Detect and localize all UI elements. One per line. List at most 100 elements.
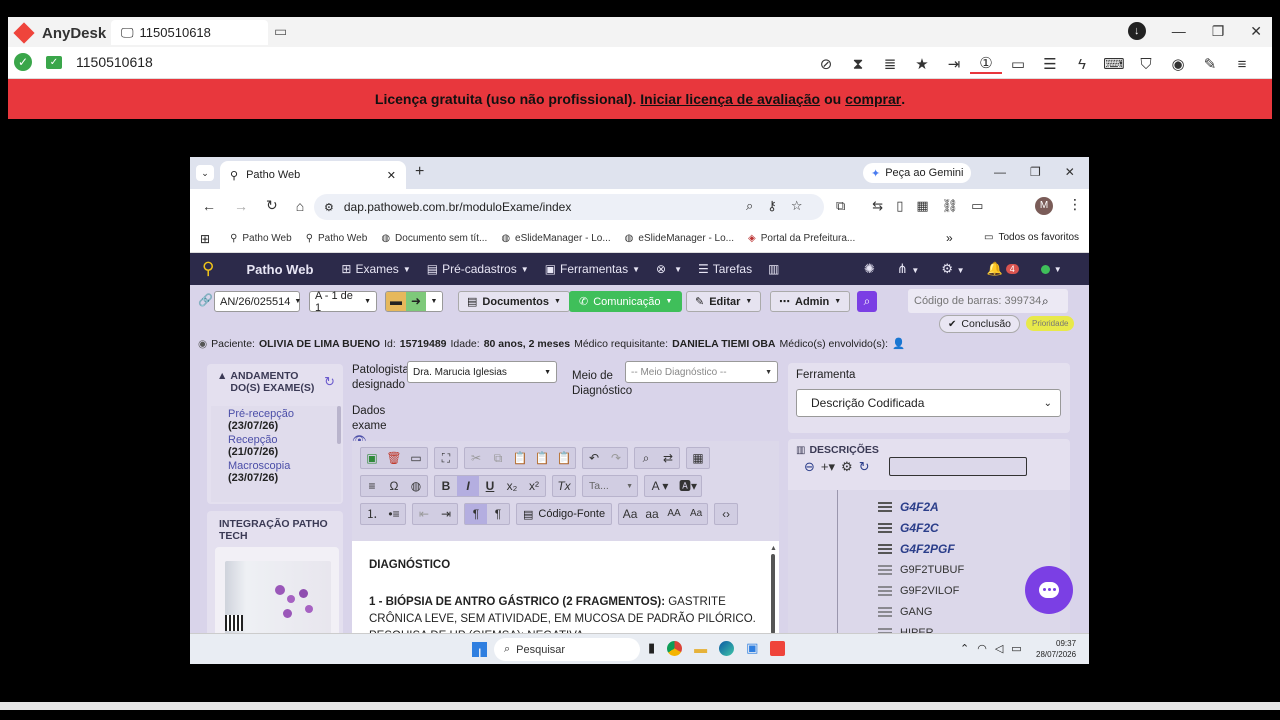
trash-icon[interactable]: 🗑 (383, 448, 405, 468)
paste-text-icon[interactable]: 📋 (531, 448, 553, 468)
nav-tarefas[interactable]: ☰ Tarefas (698, 262, 752, 276)
meio-diagnostico-select[interactable]: -- Meio Diagnóstico -- ▼ (625, 361, 778, 383)
exam-code-select[interactable]: AN/26/025514 ▼ (214, 291, 301, 312)
tab-search-icon[interactable]: ⌄ (196, 165, 214, 181)
uppercase-icon[interactable]: AA (663, 504, 685, 524)
bookmark-item[interactable]: ◍ eSlideManager - Lo... (625, 233, 734, 244)
file-explorer-icon[interactable]: ▬ (694, 641, 707, 656)
clear-format-icon[interactable]: Tx (553, 476, 575, 496)
gemini-button[interactable]: ✦ Peça ao Gemini (863, 163, 972, 183)
sample-select[interactable]: A - 1 de 1 ▼ (309, 290, 377, 314)
wifi-icon[interactable]: ◠ (977, 642, 987, 655)
task-view-icon[interactable]: ▮ (648, 640, 655, 656)
bookmark-item[interactable]: ◈ Portal da Prefeitura... (748, 233, 855, 244)
link-icon[interactable]: ⛓ (942, 198, 959, 214)
chrome-app-icon[interactable] (667, 640, 683, 656)
lowercase-icon[interactable]: aa (641, 504, 663, 524)
profile-avatar[interactable]: M (1035, 197, 1053, 215)
notifications-button[interactable]: 🔔 4 (987, 261, 1019, 277)
find-icon[interactable]: ⌕ (635, 448, 657, 468)
code-icon[interactable]: ‹› (715, 504, 737, 524)
keyboard-icon[interactable]: ⌨ (1098, 55, 1130, 73)
chat-icon[interactable]: ☰ (1034, 55, 1066, 73)
store-app-icon[interactable]: ▣ (746, 640, 758, 656)
close-icon[interactable]: ✕ (1250, 23, 1262, 40)
add-menu-icon[interactable]: +▾ (821, 459, 835, 475)
conclusao-button[interactable]: ✔ Conclusão (939, 315, 1021, 333)
download-icon[interactable]: ↓ (1127, 22, 1146, 40)
horizontal-line-icon[interactable]: ≡ (361, 476, 383, 496)
step-name[interactable]: Recepção (228, 434, 341, 446)
descricao-item[interactable]: G4F2PGF (878, 538, 1070, 559)
book-icon[interactable]: ▥ (768, 262, 779, 276)
subscript-icon[interactable]: x₂ (501, 476, 523, 496)
minimize-icon[interactable]: — (1172, 23, 1186, 39)
superscript-icon[interactable]: x² (523, 476, 545, 496)
all-favorites[interactable]: ▭ Todos os favoritos (984, 232, 1079, 243)
descricoes-search-input[interactable] (889, 457, 1027, 476)
undo-icon[interactable]: ↶ (583, 448, 605, 468)
admin-button[interactable]: ⋯ Admin ▼ (770, 291, 851, 312)
redo-icon[interactable]: ↷ (605, 448, 627, 468)
qr-icon[interactable]: ▦ (916, 198, 928, 214)
font-size-select[interactable]: Ta... ▼ (582, 475, 638, 497)
display-icon[interactable]: ▭ (1002, 55, 1034, 73)
chat-fab-button[interactable] (1025, 566, 1073, 614)
apps-grid-icon[interactable]: ⊞ (200, 232, 210, 246)
chrome-restore-icon[interactable]: ❐ (1030, 165, 1041, 179)
patologista-select[interactable]: Dra. Marucia Iglesias ▼ (407, 361, 557, 383)
save-icon[interactable]: ▣ (361, 448, 383, 468)
tray-chevron-icon[interactable]: ⌃ (960, 642, 969, 655)
privacy-icon[interactable]: ⊘ (810, 55, 842, 73)
back-circle-icon[interactable]: ⊖ (804, 459, 815, 475)
devices-icon[interactable]: ▭ (971, 198, 983, 214)
ltr-icon[interactable]: ¶ (465, 504, 487, 524)
anydesk-session-tab[interactable]: 🖵 1150510618 (111, 20, 268, 45)
refresh-icon[interactable]: ↻ (324, 374, 335, 390)
maximize-icon[interactable]: ⛶ (435, 448, 457, 468)
shield-icon[interactable]: ⛉ (1130, 56, 1162, 73)
ferramenta-select[interactable]: Descrição Codificada ⌄ (796, 389, 1061, 417)
chrome-close-icon[interactable]: ✕ (1065, 165, 1075, 179)
star-icon[interactable]: ★ (906, 55, 938, 73)
folder-icon[interactable]: ▬ (386, 292, 406, 311)
home-icon[interactable]: ⌂ (296, 198, 304, 214)
slide-thumbnail[interactable] (215, 547, 339, 647)
reload-icon[interactable]: ↻ (266, 197, 278, 214)
italic-icon[interactable]: I (457, 476, 479, 496)
indent-icon[interactable]: ⇥ (435, 504, 457, 524)
edge-app-icon[interactable] (719, 640, 735, 656)
volume-icon[interactable]: ◁ (995, 642, 1003, 655)
select-all-icon[interactable]: ▦ (687, 448, 709, 468)
record-icon[interactable]: ◉ (1162, 55, 1194, 73)
nav-exames[interactable]: ⊞ Exames ▼ (341, 262, 410, 276)
gear-icon[interactable]: ⚙ ▼ (941, 261, 964, 277)
barcode-search-icon[interactable]: ⌕ (1042, 294, 1049, 309)
settings-sun-icon[interactable]: ✺ (864, 261, 875, 277)
address-id[interactable]: 1150510618 (76, 54, 153, 70)
spellcheck-icon[interactable]: Aa (619, 504, 641, 524)
back-icon[interactable]: ← (202, 198, 216, 214)
password-key-icon[interactable]: ⚷ (767, 198, 777, 214)
bookmark-item[interactable]: ⚲ Patho Web (230, 233, 292, 244)
bookmark-item[interactable]: ◍ Documento sem tít... (381, 233, 487, 244)
bulleted-list-icon[interactable]: •≡ (383, 504, 405, 524)
descricao-item[interactable]: G4F2A (878, 496, 1070, 517)
editar-button[interactable]: ✎ Editar ▼ (686, 291, 762, 312)
bookmark-item[interactable]: ⚲ Patho Web (306, 233, 368, 244)
doctor-icon[interactable]: 👤 (892, 337, 905, 350)
chrome-menu-icon[interactable]: ⋮ (1068, 196, 1082, 213)
new-tab-button[interactable]: + (415, 163, 424, 181)
clock-time[interactable]: 09:37 (1036, 638, 1076, 649)
step-name[interactable]: Pré-recepção (228, 408, 341, 420)
menu-icon[interactable]: ≡ (1226, 56, 1258, 73)
search-button[interactable]: ⌕ (857, 291, 877, 312)
tab-close-icon[interactable]: ✕ (387, 169, 396, 182)
forward-icon[interactable]: → (234, 198, 248, 214)
clock-date[interactable]: 28/07/2026 (1036, 649, 1076, 660)
chrome-tab-pathoweb[interactable]: ⚲ Patho Web ✕ (220, 161, 406, 189)
copy-icon[interactable]: ⧉ (487, 448, 509, 468)
nav-cancel-menu[interactable]: ⊗ ▼ (656, 262, 682, 276)
file-transfer-icon[interactable]: ⇥ (938, 55, 970, 73)
rtl-icon[interactable]: ¶ (487, 504, 509, 524)
